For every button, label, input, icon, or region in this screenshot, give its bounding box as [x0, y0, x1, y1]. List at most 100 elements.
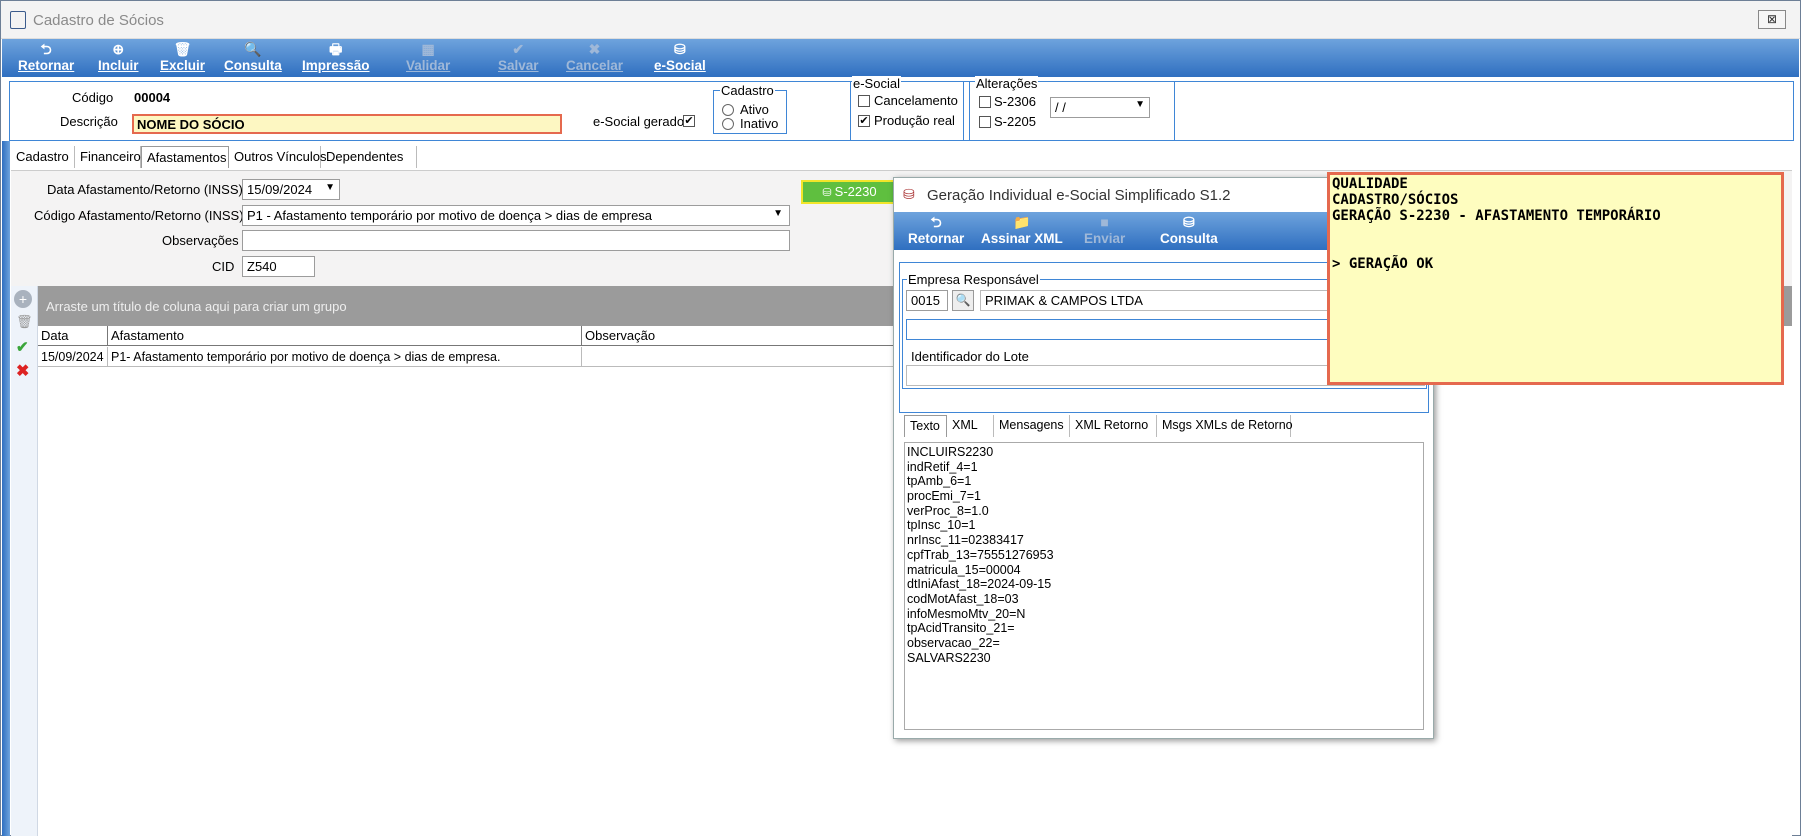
- inativo-label: Inativo: [740, 116, 779, 131]
- esocial-icon: ⛁: [674, 41, 686, 57]
- text-line: dtIniAfast_18=2024-09-15: [907, 577, 1052, 592]
- note-line: GERAÇÃO S-2230 - AFASTAMENTO TEMPORÁRIO: [1332, 208, 1661, 224]
- table-cell-observacao[interactable]: [582, 347, 934, 367]
- empresa-group-label: Empresa Responsável: [907, 272, 1040, 287]
- dialog-enviar-button[interactable]: ■ Enviar: [1084, 214, 1125, 248]
- esocial-icon: ⛁: [822, 187, 835, 199]
- consulta-button[interactable]: 🔍 Consulta: [224, 41, 282, 75]
- window-title: Cadastro de Sócios: [33, 12, 164, 29]
- producao-real-checkbox[interactable]: ✔: [858, 115, 870, 127]
- producao-real-label: Produção real: [874, 113, 955, 128]
- validar-button[interactable]: ▦ Validar: [406, 41, 450, 75]
- dialog-title: Geração Individual e-Social Simplificado…: [927, 187, 1231, 204]
- descricao-field[interactable]: NOME DO SÓCIO: [132, 114, 562, 134]
- cancelar-button[interactable]: ✖ Cancelar: [566, 41, 623, 75]
- e-social-button[interactable]: ⛁ e-Social: [654, 41, 706, 75]
- query-icon: ⛁: [1183, 214, 1195, 230]
- search-icon[interactable]: 🔍: [952, 290, 974, 311]
- chevron-down-icon[interactable]: ▼: [325, 182, 335, 193]
- grid-side-strip: + 🗑 ✔ ✖: [11, 286, 38, 836]
- tab-financeiro[interactable]: Financeiro: [75, 146, 141, 168]
- dialog-tab-msgs-xmls-de-retorno[interactable]: Msgs XMLs de Retorno: [1157, 415, 1293, 437]
- tab-outros-v-nculos[interactable]: Outros Vínculos: [229, 146, 327, 168]
- ativo-label: Ativo: [740, 102, 769, 117]
- cancel-icon[interactable]: ✖: [16, 361, 29, 381]
- note-line: CADASTRO/SÓCIOS: [1332, 192, 1459, 208]
- dialog-tab-xml[interactable]: XML: [947, 415, 994, 437]
- text-line: infoMesmoMtv_20=N: [907, 606, 1026, 621]
- s2205-checkbox[interactable]: [979, 116, 991, 128]
- dialog-assinar-xml-button[interactable]: 📁 Assinar XML: [981, 214, 1063, 248]
- alteracoes-date-field[interactable]: / / ▼: [1050, 97, 1150, 118]
- cid-label: CID: [212, 259, 235, 274]
- table-cell-data[interactable]: 15/09/2024: [38, 347, 108, 367]
- alteracoes-group: Alterações S-2306 S-2205 / / ▼: [969, 76, 1175, 141]
- alteracoes-group-label: Alterações: [975, 76, 1039, 91]
- dialog-tab-texto[interactable]: Texto: [904, 415, 947, 437]
- salvar-button[interactable]: ✔ Salvar: [498, 41, 539, 75]
- send-icon: ■: [1100, 214, 1109, 230]
- inativo-radio[interactable]: [722, 118, 734, 130]
- cid-field[interactable]: Z540: [242, 256, 315, 277]
- trash-icon: 🗑: [173, 41, 192, 57]
- return-icon: ⮌: [930, 214, 942, 230]
- tab-afastamentos[interactable]: Afastamentos: [141, 146, 229, 168]
- s2306-checkbox[interactable]: [979, 96, 991, 108]
- retornar-button[interactable]: ⮌ Retornar: [18, 41, 74, 75]
- text-line: tpAcidTransito_21=: [907, 621, 1015, 636]
- confirm-icon[interactable]: ✔: [16, 338, 29, 356]
- data-afastamento-field[interactable]: 15/09/2024 ▼: [242, 179, 340, 200]
- chevron-down-icon[interactable]: ▼: [773, 208, 783, 219]
- text-line: SALVARS2230: [907, 650, 991, 665]
- close-button[interactable]: ⊠: [1758, 10, 1786, 29]
- cadastro-group: Cadastro Ativo Inativo: [713, 83, 787, 134]
- note-line: QUALIDADE: [1332, 176, 1408, 192]
- s2230-button[interactable]: ⛁ S-2230: [801, 180, 898, 204]
- dialog-retornar-button[interactable]: ⮌ Retornar: [908, 214, 964, 248]
- dialog-toolbar-button-label: Assinar XML: [981, 231, 1063, 246]
- dialog-text-content[interactable]: INCLUIRS2230 indRetif_4=1 tpAmb_6=1 procEmi…: [904, 442, 1424, 730]
- toolbar-button-label: Incluir: [98, 58, 139, 73]
- esocial-gerado-label: e-Social gerado: [593, 114, 685, 129]
- esocial-gerado-checkbox[interactable]: ✔: [683, 115, 695, 127]
- esocial-app-icon: ⛁: [903, 186, 915, 202]
- chevron-down-icon[interactable]: ▼: [1135, 99, 1145, 110]
- s2306-label: S-2306: [994, 94, 1036, 109]
- dialog-consulta-button[interactable]: ⛁ Consulta: [1160, 214, 1218, 248]
- dialog-tab-xml-retorno[interactable]: XML Retorno: [1070, 415, 1157, 437]
- add-icon: ⊕: [112, 41, 125, 57]
- text-line: observacao_22=: [907, 635, 1000, 650]
- excluir-button[interactable]: 🗑 Excluir: [160, 41, 205, 75]
- dialog-toolbar-button-label: Enviar: [1084, 231, 1126, 246]
- text-line: cpfTrab_13=75551276953: [907, 547, 1054, 562]
- text-line: verProc_8=1.0: [907, 503, 989, 518]
- alteracoes-date-value: / /: [1055, 100, 1066, 115]
- ativo-radio[interactable]: [722, 104, 734, 116]
- trash-icon[interactable]: 🗑: [16, 314, 33, 330]
- toolbar-button-label: Retornar: [18, 58, 75, 73]
- data-afastamento-label: Data Afastamento/Retorno (INSS): [47, 182, 243, 197]
- observacoes-field[interactable]: [242, 230, 790, 251]
- add-row-icon[interactable]: +: [14, 290, 32, 308]
- text-line: tpAmb_6=1: [907, 474, 972, 489]
- codigo-afastamento-select[interactable]: P1 - Afastamento temporário por motivo d…: [242, 205, 790, 226]
- column-header-afastamento[interactable]: Afastamento: [108, 326, 582, 346]
- dialog-tab-mensagens[interactable]: Mensagens: [994, 415, 1070, 437]
- check-icon: ✔: [512, 41, 525, 57]
- tab-cadastro[interactable]: Cadastro: [11, 146, 75, 168]
- empresa-code-field[interactable]: 0015: [906, 290, 948, 311]
- text-line: indRetif_4=1: [907, 459, 978, 474]
- column-header-observacao[interactable]: Observação: [582, 326, 934, 346]
- esocial-group: e-Social Cancelamento ✔ Produção real: [850, 76, 964, 141]
- toolbar-button-label: Validar: [406, 58, 451, 73]
- impress-o-button[interactable]: 🖶 Impressão: [302, 41, 370, 75]
- incluir-button[interactable]: ⊕ Incluir: [98, 41, 139, 75]
- tab-dependentes[interactable]: Dependentes: [321, 146, 417, 168]
- table-cell-afastamento[interactable]: P1- Afastamento temporário por motivo de…: [108, 347, 582, 367]
- codigo-afastamento-value: P1 - Afastamento temporário por motivo d…: [247, 208, 653, 223]
- column-header-data[interactable]: Data: [38, 326, 108, 346]
- toolbar-button-label: Salvar: [498, 58, 539, 73]
- dialog-toolbar-button-label: Consulta: [1160, 231, 1218, 246]
- cancelamento-checkbox[interactable]: [858, 95, 870, 107]
- printer-icon: 🖶: [329, 41, 343, 57]
